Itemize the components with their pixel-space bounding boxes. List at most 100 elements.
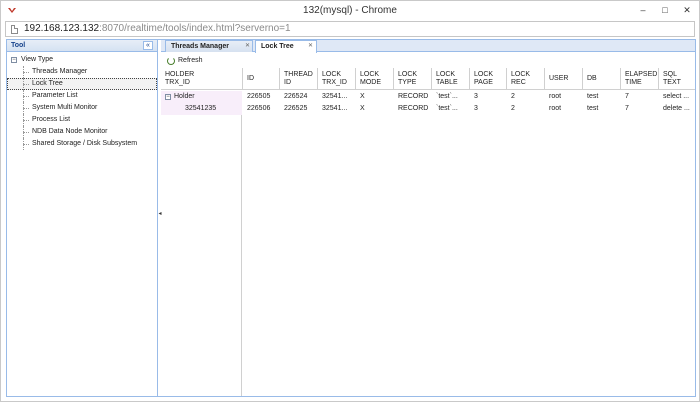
col-header-elapsed-time[interactable]: ELAPSED TIME [621, 68, 659, 90]
tree-item-label: System Multi Monitor [32, 104, 98, 111]
tab-label: Threads Manager [171, 43, 229, 50]
cell-id: 226506 [247, 105, 271, 112]
tab-lock-tree[interactable]: Lock Tree ✕ [255, 40, 317, 53]
maximize-button[interactable]: □ [655, 3, 675, 17]
col-header-line: TABLE [436, 79, 458, 86]
main-panel: Threads Manager ✕ Lock Tree ✕ Refresh HO… [161, 40, 695, 396]
tree-item-label: Process List [32, 116, 71, 123]
cell-lock-rec: 2 [511, 93, 515, 100]
col-header-lock-page[interactable]: LOCK PAGE [470, 68, 507, 90]
tool-panel-title: Tool [11, 42, 26, 49]
tree-item-label: Threads Manager [32, 68, 88, 75]
cell-elapsed-time: 7 [625, 93, 629, 100]
tree-item-process-list[interactable]: Process List [7, 114, 157, 126]
cell-elapsed-time: 7 [625, 105, 629, 112]
tree-item-ndb-data-node-monitor[interactable]: NDB Data Node Monitor [7, 126, 157, 138]
cell-user: root [549, 93, 562, 100]
row-collapse-icon[interactable]: − [165, 94, 171, 100]
cell-lock-trx-id: 32541... [322, 93, 348, 100]
col-header-line: TRX_ID [322, 79, 347, 86]
tree-item-shared-storage[interactable]: Shared Storage / Disk Subsystem [7, 138, 157, 150]
tree-collapse-icon[interactable]: − [11, 57, 17, 63]
col-header-id[interactable]: ID [243, 68, 280, 90]
address-bar[interactable]: 192.168.123.132:8070/realtime/tools/inde… [5, 21, 695, 37]
col-header-line: LOCK [398, 71, 418, 78]
col-header-user[interactable]: USER [545, 68, 583, 90]
col-header-line: THREAD [284, 71, 313, 78]
close-window-button[interactable]: ✕ [677, 3, 697, 17]
col-header-line: ID [284, 79, 291, 86]
url-text[interactable]: 192.168.123.132:8070/realtime/tools/inde… [24, 23, 291, 34]
cell-holder[interactable]: 32541235 [161, 103, 242, 115]
cell-thread-id: 226525 [284, 105, 308, 112]
col-header-holder-trx-id[interactable]: HOLDER TRX_ID [161, 68, 243, 90]
holder-label: Holder [174, 93, 195, 100]
col-header-line: LOCK [322, 71, 342, 78]
app-content: Tool « − View Type Threads Manager Lock … [6, 39, 696, 397]
cell-lock-table: `test`... [436, 93, 458, 100]
col-header-line: MODE [360, 79, 381, 86]
page-icon [11, 25, 18, 34]
col-header-lock-table[interactable]: LOCK TABLE [432, 68, 470, 90]
cell-lock-table: `test`... [436, 105, 458, 112]
table-row[interactable]: 32541235 226506 226525 32541... X RECORD… [161, 103, 695, 115]
refresh-icon [167, 57, 175, 65]
refresh-button[interactable]: Refresh [167, 56, 203, 66]
col-header-lock-mode[interactable]: LOCK MODE [356, 68, 394, 90]
tab-close-icon[interactable]: ✕ [308, 41, 313, 52]
url-path: :8070/realtime/tools/index.html?serverno… [99, 23, 291, 34]
tree-node-view-type[interactable]: − View Type [7, 54, 157, 66]
col-header-line: PAGE [474, 79, 493, 86]
col-header-lock-type[interactable]: LOCK TYPE [394, 68, 432, 90]
col-header-line: TEXT [663, 79, 681, 86]
cell-lock-page: 3 [474, 93, 478, 100]
col-header-line: REC [511, 79, 526, 86]
cell-sql-text: select ... [663, 93, 690, 100]
cell-holder[interactable]: − Holder [161, 91, 242, 103]
tab-strip: Threads Manager ✕ Lock Tree ✕ [161, 40, 695, 53]
col-header-line: LOCK [474, 71, 494, 78]
table-row[interactable]: − Holder 226505 226524 32541... X RECORD … [161, 91, 695, 103]
col-header-line: DB [587, 75, 597, 82]
tab-close-icon[interactable]: ✕ [245, 41, 250, 52]
tree-item-threads-manager[interactable]: Threads Manager [7, 66, 157, 78]
col-header-thread-id[interactable]: THREAD ID [280, 68, 318, 90]
cell-lock-page: 3 [474, 105, 478, 112]
window-title: 132(mysql) - Chrome [303, 5, 397, 16]
cell-lock-type: RECORD [398, 105, 429, 112]
col-header-lock-rec[interactable]: LOCK REC [507, 68, 545, 90]
tab-threads-manager[interactable]: Threads Manager ✕ [165, 40, 253, 52]
tree-item-label: Shared Storage / Disk Subsystem [32, 140, 138, 147]
col-header-line: LOCK [436, 71, 456, 78]
cell-lock-mode: X [360, 93, 365, 100]
tool-panel-header: Tool « [7, 40, 157, 52]
col-header-line: USER [549, 75, 569, 82]
tree-item-system-multi-monitor[interactable]: System Multi Monitor [7, 102, 157, 114]
col-header-line: HOLDER [165, 71, 195, 78]
col-header-line: TYPE [398, 79, 417, 86]
col-header-sql-text[interactable]: SQL TEXT [659, 68, 695, 90]
tab-label: Lock Tree [261, 43, 294, 50]
cell-lock-trx-id: 32541... [322, 105, 348, 112]
toolbar: Refresh [161, 53, 695, 67]
cell-lock-mode: X [360, 105, 365, 112]
col-header-db[interactable]: DB [583, 68, 621, 90]
tree-item-label: Lock Tree [32, 80, 63, 87]
collapse-panel-button[interactable]: « [143, 41, 153, 50]
col-header-line: LOCK [360, 71, 380, 78]
refresh-label: Refresh [178, 57, 203, 64]
tree-item-parameter-list[interactable]: Parameter List [7, 90, 157, 102]
col-header-line: TIME [625, 79, 642, 86]
col-header-lock-trx-id[interactable]: LOCK TRX_ID [318, 68, 356, 90]
tool-panel: Tool « − View Type Threads Manager Lock … [7, 40, 158, 396]
browser-window: 132(mysql) - Chrome – □ ✕ 192.168.123.13… [0, 0, 700, 402]
col-header-line: ELAPSED [625, 71, 658, 78]
grid-header: HOLDER TRX_ID ID THREAD ID LOCK TRX_ID LOCK… [161, 68, 695, 90]
minimize-button[interactable]: – [633, 3, 653, 17]
tree-item-label: Parameter List [32, 92, 78, 99]
tree-item-lock-tree[interactable]: Lock Tree [7, 78, 157, 90]
cell-thread-id: 226524 [284, 93, 308, 100]
holder-column-divider [161, 91, 242, 396]
lock-tree-grid: HOLDER TRX_ID ID THREAD ID LOCK TRX_ID LOCK… [161, 68, 695, 396]
cell-lock-rec: 2 [511, 105, 515, 112]
